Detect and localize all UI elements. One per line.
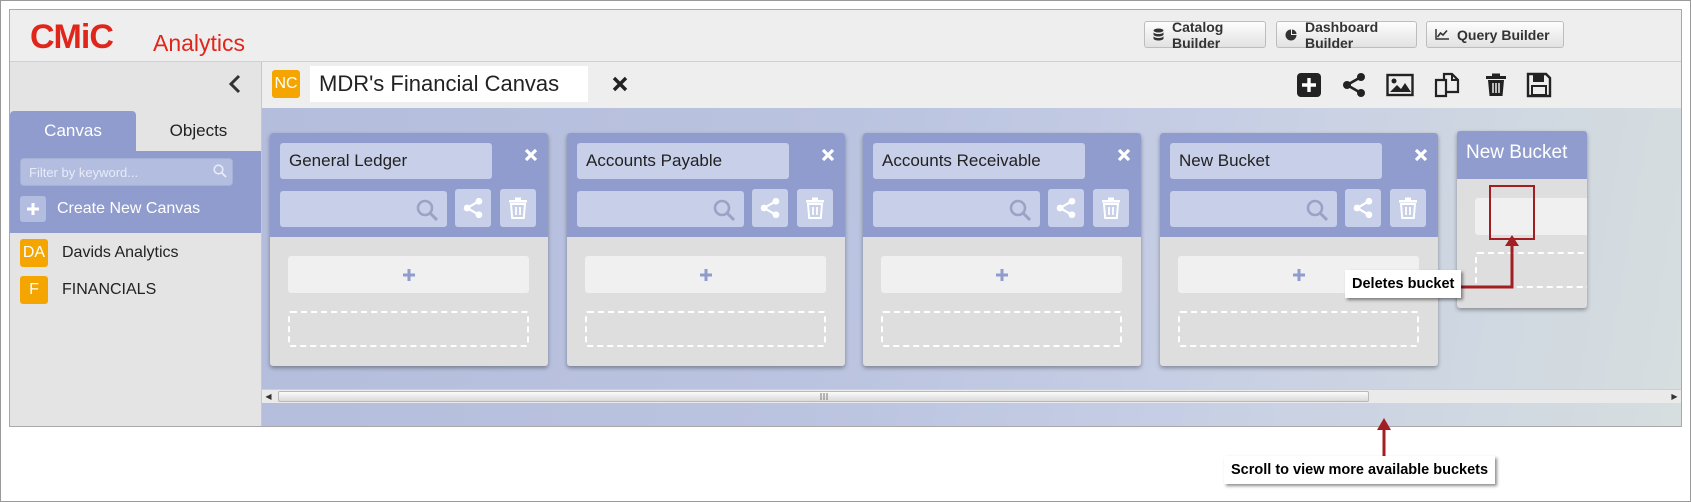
trash-icon — [806, 197, 824, 219]
search-icon — [416, 199, 439, 226]
scroll-right-icon[interactable]: ▶ — [1668, 390, 1681, 403]
bucket-card — [567, 133, 845, 366]
dashboard-builder-button[interactable]: Dashboard Builder — [1276, 18, 1417, 51]
share-icon — [1056, 197, 1076, 219]
dashboard-builder-label: Dashboard Builder — [1305, 18, 1379, 51]
app-name: Analytics — [153, 30, 246, 56]
delete-callout: Deletes bucket — [1345, 270, 1462, 298]
plus-icon — [699, 268, 712, 281]
bucket-card — [863, 133, 1141, 366]
drop-zone[interactable] — [1178, 311, 1419, 347]
delete-bucket-button[interactable] — [500, 189, 536, 227]
drop-zone[interactable] — [585, 311, 826, 347]
sidebar: Canvas Objects Create New Canvas DA Davi… — [10, 62, 262, 426]
create-new-canvas-label: Create New Canvas — [57, 200, 201, 217]
canvas-name: FINANCIALS — [62, 281, 157, 298]
create-new-canvas-button[interactable]: Create New Canvas — [20, 195, 200, 223]
canvas-badge: NC — [272, 70, 300, 98]
catalog-builder-button[interactable]: Catalog Builder — [1144, 18, 1266, 51]
canvas-panel: Create New Canvas — [10, 151, 261, 233]
close-icon[interactable] — [821, 148, 835, 167]
bucket-name-input[interactable] — [577, 143, 789, 179]
query-builder-label: Query Builder — [1457, 26, 1550, 43]
plus-icon — [1292, 268, 1305, 281]
bucket-card — [1160, 133, 1438, 366]
delete-bucket-button[interactable] — [797, 189, 833, 227]
trash-icon — [509, 197, 527, 219]
share-bucket-button[interactable] — [1048, 189, 1084, 227]
share-bucket-button[interactable] — [752, 189, 788, 227]
save-icon[interactable] — [1526, 72, 1552, 98]
app-header: CMiC Analytics Catalog Builder Dashboard… — [10, 10, 1681, 62]
canvas-list-item[interactable]: F FINANCIALS — [20, 276, 156, 304]
canvas-titlebar: NC — [262, 62, 1681, 108]
plus-icon — [995, 268, 1008, 281]
share-icon[interactable] — [1341, 72, 1367, 98]
search-icon — [1306, 199, 1329, 226]
chevron-left-icon — [228, 74, 241, 94]
add-object-button[interactable] — [585, 256, 826, 293]
close-icon[interactable] — [612, 76, 628, 97]
add-icon[interactable] — [1296, 72, 1322, 98]
delete-bucket-button[interactable] — [1390, 189, 1426, 227]
image-icon[interactable] — [1386, 72, 1414, 98]
delete-highlight-box — [1489, 185, 1535, 240]
database-icon — [1153, 28, 1164, 41]
bucket-header — [567, 133, 845, 237]
catalog-builder-label: Catalog Builder — [1172, 18, 1224, 51]
bucket-header: New Bucket — [1457, 131, 1587, 179]
bucket-header — [270, 133, 548, 237]
scroll-left-icon[interactable]: ◀ — [262, 390, 275, 403]
canvas-list-item[interactable]: DA Davids Analytics — [20, 239, 179, 267]
share-bucket-button[interactable] — [1345, 189, 1381, 227]
share-icon — [1353, 197, 1373, 219]
share-bucket-button[interactable] — [455, 189, 491, 227]
trash-icon[interactable] — [1483, 72, 1509, 98]
canvas-badge: DA — [20, 239, 48, 267]
share-icon — [760, 197, 780, 219]
search-icon — [713, 199, 736, 226]
horizontal-scrollbar[interactable]: ◀ ▶ — [262, 389, 1681, 403]
plus-icon — [402, 268, 415, 281]
search-icon — [1009, 199, 1032, 226]
pie-chart-icon — [1285, 29, 1297, 41]
add-object-button[interactable] — [288, 256, 529, 293]
canvas-title-input[interactable] — [310, 66, 588, 102]
copy-icon[interactable] — [1434, 72, 1460, 98]
plus-icon — [20, 196, 46, 222]
scroll-callout: Scroll to view more available buckets — [1224, 456, 1496, 484]
bucket-name-input[interactable] — [280, 143, 492, 179]
cmic-logo: CMiC — [30, 18, 114, 56]
bucket-name-input[interactable] — [1170, 143, 1382, 179]
canvas-badge: F — [20, 276, 48, 304]
line-chart-icon — [1435, 29, 1449, 40]
filter-input[interactable] — [20, 158, 233, 186]
collapse-sidebar-button[interactable] — [225, 72, 245, 96]
drop-zone[interactable] — [881, 311, 1122, 347]
add-object-button[interactable] — [881, 256, 1122, 293]
tab-objects[interactable]: Objects — [136, 111, 261, 151]
bucket-header — [1160, 133, 1438, 237]
trash-icon — [1102, 197, 1120, 219]
scrollbar-thumb[interactable] — [278, 391, 1369, 402]
drop-zone[interactable] — [288, 311, 529, 347]
trash-icon — [1399, 197, 1417, 219]
delete-bucket-button[interactable] — [1093, 189, 1129, 227]
bucket-card — [270, 133, 548, 366]
close-icon[interactable] — [1414, 148, 1428, 167]
analytics-app: CMiC Analytics Catalog Builder Dashboard… — [9, 9, 1682, 427]
bucket-name-input[interactable] — [873, 143, 1085, 179]
canvas-name: Davids Analytics — [62, 244, 179, 261]
close-icon[interactable] — [524, 148, 538, 167]
tab-canvas[interactable]: Canvas — [10, 111, 136, 151]
sidebar-tabs: Canvas Objects — [10, 111, 261, 151]
bucket-name[interactable]: New Bucket — [1466, 142, 1567, 164]
close-icon[interactable] — [1117, 148, 1131, 167]
query-builder-button[interactable]: Query Builder — [1426, 21, 1564, 48]
scroll-arrow — [1377, 418, 1391, 456]
search-icon — [213, 164, 227, 183]
bucket-header — [863, 133, 1141, 237]
grip-icon — [820, 393, 827, 400]
share-icon — [463, 197, 483, 219]
